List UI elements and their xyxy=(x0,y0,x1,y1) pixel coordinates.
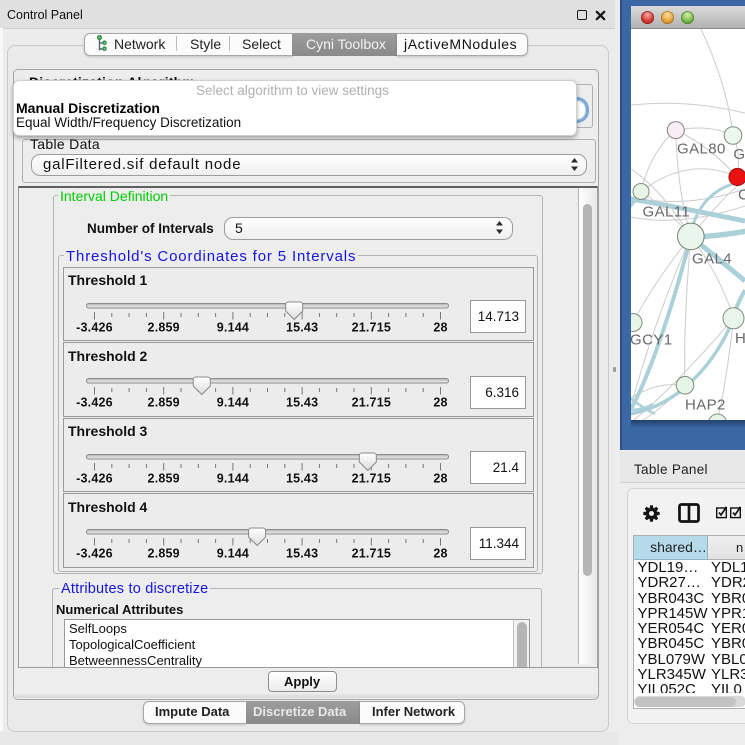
svg-text:-3.426: -3.426 xyxy=(76,547,113,561)
svg-text:15.43: 15.43 xyxy=(286,547,318,561)
svg-text:2.859: 2.859 xyxy=(148,320,180,334)
svg-text:28: 28 xyxy=(433,396,447,410)
svg-text:GAL11: GAL11 xyxy=(643,204,691,221)
svg-text:28: 28 xyxy=(433,471,447,485)
svg-text:G.: G. xyxy=(733,146,745,163)
svg-text:28: 28 xyxy=(433,547,447,561)
svg-text:15.43: 15.43 xyxy=(286,396,318,410)
svg-text:21.715: 21.715 xyxy=(352,396,391,410)
svg-text:21.715: 21.715 xyxy=(352,547,391,561)
svg-text:2.859: 2.859 xyxy=(148,471,180,485)
svg-text:C: C xyxy=(738,187,745,204)
svg-text:9.144: 9.144 xyxy=(217,396,249,410)
svg-text:15.43: 15.43 xyxy=(286,320,318,334)
svg-text:-3.426: -3.426 xyxy=(76,320,113,334)
svg-text:H: H xyxy=(735,330,745,347)
svg-text:28: 28 xyxy=(433,320,447,334)
svg-text:-3.426: -3.426 xyxy=(76,396,113,410)
svg-text:HAP2: HAP2 xyxy=(685,397,726,414)
svg-text:GCY1: GCY1 xyxy=(631,332,672,349)
svg-text:2.859: 2.859 xyxy=(148,396,180,410)
svg-text:9.144: 9.144 xyxy=(217,547,249,561)
svg-text:GAL4: GAL4 xyxy=(692,251,732,268)
svg-text:21.715: 21.715 xyxy=(352,471,391,485)
svg-text:9.144: 9.144 xyxy=(217,471,249,485)
svg-text:9.144: 9.144 xyxy=(217,320,249,334)
svg-text:-3.426: -3.426 xyxy=(76,471,113,485)
svg-text:GAL80: GAL80 xyxy=(677,141,726,158)
svg-text:21.715: 21.715 xyxy=(352,320,391,334)
svg-text:15.43: 15.43 xyxy=(286,471,318,485)
svg-text:2.859: 2.859 xyxy=(148,547,180,561)
